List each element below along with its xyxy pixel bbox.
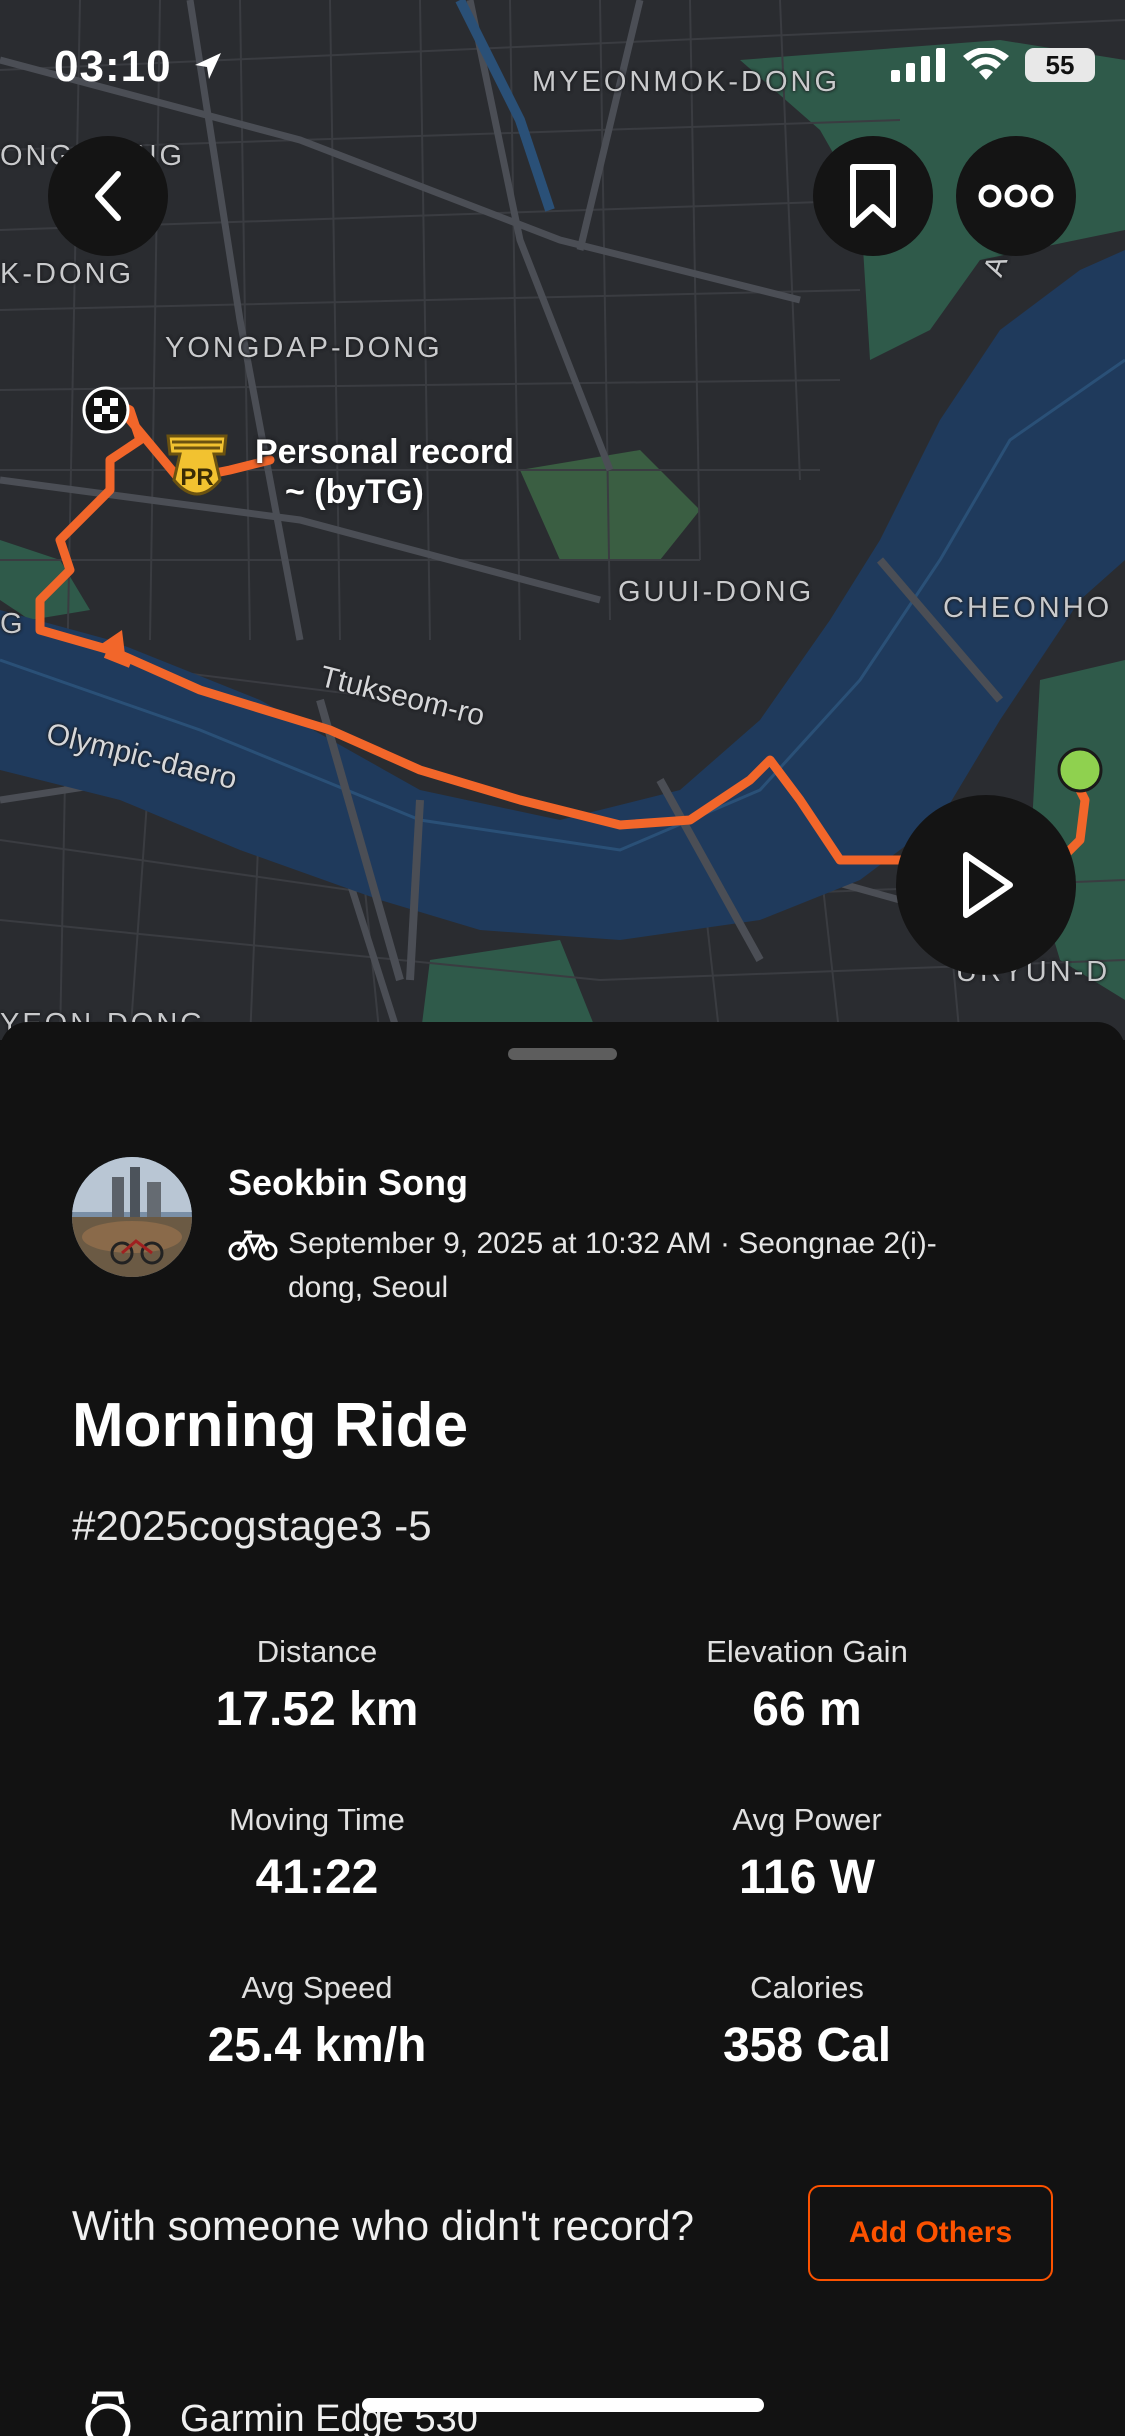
more-dots-icon xyxy=(978,184,1054,208)
avatar-photo xyxy=(72,1157,192,1277)
activity-date-location: September 9, 2025 at 10:32 AM · Seongnae… xyxy=(288,1227,937,1304)
start-marker-icon[interactable] xyxy=(1056,746,1104,794)
map-label-myeonmok: MYEONMOK-DONG xyxy=(532,66,841,98)
pr-label-line2: ~ (byTG) xyxy=(285,473,424,511)
play-icon xyxy=(963,852,1013,918)
stat-value: 116 W xyxy=(738,1851,876,1904)
avatar[interactable] xyxy=(72,1157,192,1277)
stat-calories: Calories 358 Cal xyxy=(597,1970,1017,2073)
sheet-grabber[interactable] xyxy=(508,1048,617,1060)
pr-badge-text: PR xyxy=(180,464,214,491)
add-others-button[interactable]: Add Others xyxy=(808,2185,1053,2281)
status-time: 03:10 xyxy=(54,42,225,92)
back-button[interactable] xyxy=(48,136,168,256)
stat-avg-speed: Avg Speed 25.4 km/h xyxy=(107,1970,527,2073)
stat-avg-power: Avg Power 116 W xyxy=(597,1802,1017,1905)
stat-label: Elevation Gain xyxy=(706,1634,908,1669)
stat-value: 17.52 km xyxy=(215,1683,419,1736)
map-label-g: G xyxy=(0,608,26,640)
clock: 03:10 xyxy=(54,42,172,91)
battery-indicator: 55 xyxy=(1025,48,1095,82)
chevron-left-icon xyxy=(95,171,121,221)
wifi-icon xyxy=(963,48,1009,80)
stat-label: Moving Time xyxy=(229,1802,405,1837)
stat-label: Calories xyxy=(750,1970,864,2005)
map-label-k-dong: K-DONG xyxy=(0,258,134,290)
cellular-signal-icon xyxy=(891,48,945,82)
watch-icon xyxy=(85,2391,131,2436)
stat-label: Avg Power xyxy=(732,1802,882,1837)
bookmark-icon xyxy=(850,164,896,228)
route-map[interactable]: MYEONMOK-DONG ONG DONG K-DONG YONGDAP-DO… xyxy=(0,0,1125,1040)
pr-label: Personal record ~ (byTG) xyxy=(255,432,514,512)
pr-badge-icon[interactable]: PR xyxy=(162,432,232,508)
stat-value: 25.4 km/h xyxy=(207,2019,427,2072)
finish-flag-icon[interactable] xyxy=(82,386,130,434)
location-arrow-icon xyxy=(194,53,221,79)
status-icons: 55 xyxy=(891,48,1095,82)
map-label-guui: GUUI-DONG xyxy=(618,576,815,608)
activity-meta: September 9, 2025 at 10:32 AM · Seongnae… xyxy=(228,1222,1008,1310)
activity-description: #2025cogstage3 -5 xyxy=(72,1502,432,1549)
activity-title: Morning Ride xyxy=(72,1391,469,1460)
bike-icon xyxy=(228,1230,278,1261)
play-flyover-button[interactable] xyxy=(896,795,1076,975)
stat-label: Avg Speed xyxy=(241,1970,393,2005)
stat-moving-time: Moving Time 41:22 xyxy=(107,1802,527,1905)
stat-value: 358 Cal xyxy=(722,2019,892,2072)
bookmark-button[interactable] xyxy=(813,136,933,256)
map-label-yongdap: YONGDAP-DONG xyxy=(165,332,443,364)
with-others-prompt: With someone who didn't record? xyxy=(72,2202,695,2249)
activity-details-sheet: Seokbin Song September 9, 2025 at 10:32 … xyxy=(0,1022,1125,2436)
stat-elevation-gain: Elevation Gain 66 m xyxy=(597,1634,1017,1737)
stat-value: 41:22 xyxy=(255,1851,379,1904)
pr-label-line1: Personal record xyxy=(255,433,514,471)
stat-label: Distance xyxy=(256,1634,378,1669)
stat-distance: Distance 17.52 km xyxy=(107,1634,527,1737)
more-options-button[interactable] xyxy=(956,136,1076,256)
home-indicator[interactable] xyxy=(362,2398,764,2412)
stat-value: 66 m xyxy=(752,1683,862,1736)
map-label-cheonho: CHEONHO xyxy=(943,592,1113,624)
athlete-name[interactable]: Seokbin Song xyxy=(228,1162,468,1204)
